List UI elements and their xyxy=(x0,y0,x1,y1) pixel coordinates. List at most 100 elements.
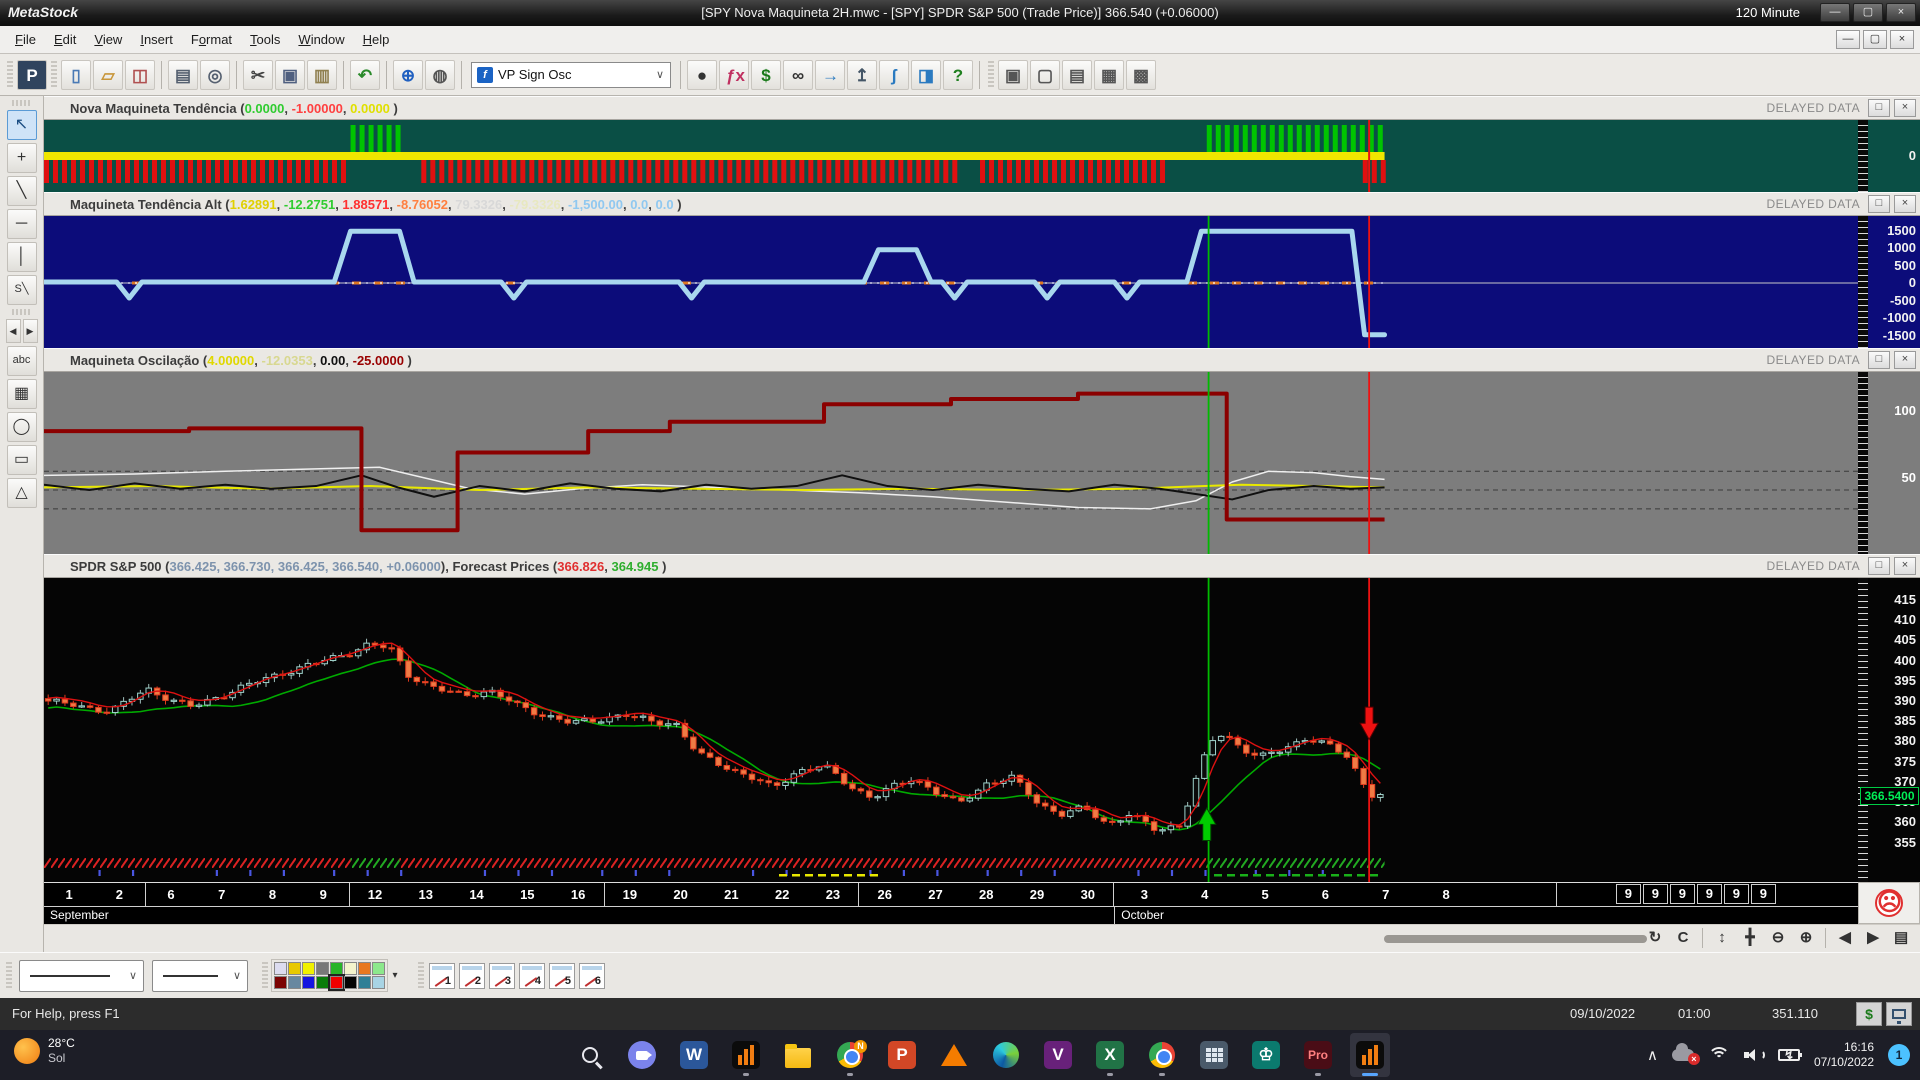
vertical-zoom-button[interactable]: ↕ xyxy=(1709,927,1735,949)
chart-preset-button-3[interactable]: 3 xyxy=(489,963,515,989)
candlestick-chart[interactable] xyxy=(44,578,1858,882)
chess-app-icon[interactable]: ♔ xyxy=(1246,1033,1286,1077)
color-swatch[interactable] xyxy=(274,962,287,975)
panel-header-oscillation[interactable]: Maquineta Oscilação (4.00000, -12.0353, … xyxy=(44,348,1920,372)
print-preview-button[interactable]: ◎ xyxy=(200,60,230,90)
chart-preset-button-2[interactable]: 2 xyxy=(459,963,485,989)
color-swatch[interactable] xyxy=(358,962,371,975)
paste-button[interactable]: ▥ xyxy=(307,60,337,90)
tile-grid-button[interactable]: ▦ xyxy=(1094,60,1124,90)
excel-icon[interactable]: X xyxy=(1090,1033,1130,1077)
vlc-icon[interactable] xyxy=(934,1033,974,1077)
rectangle-tool[interactable]: ▭ xyxy=(7,445,37,475)
report-button[interactable]: ◨ xyxy=(911,60,941,90)
collapse-button[interactable]: C xyxy=(1670,927,1696,949)
color-swatch[interactable] xyxy=(288,976,301,989)
upload-button[interactable]: ↥ xyxy=(847,60,877,90)
search-icon[interactable] xyxy=(570,1033,610,1077)
vertical-line-tool[interactable]: │ xyxy=(7,242,37,272)
pan-button[interactable]: ╋ xyxy=(1737,927,1763,949)
refresh-button[interactable]: ↻ xyxy=(1642,927,1668,949)
notification-badge[interactable]: 1 xyxy=(1888,1044,1910,1066)
pro-app-icon[interactable]: Pro xyxy=(1298,1033,1338,1077)
browser-icon[interactable] xyxy=(1142,1033,1182,1077)
line-style-dropdown[interactable]: ∨ xyxy=(19,960,144,992)
palette-chevron-icon[interactable]: ▾ xyxy=(388,961,402,991)
color-swatch[interactable] xyxy=(302,962,315,975)
color-swatch[interactable] xyxy=(316,962,329,975)
menu-view[interactable]: View xyxy=(85,28,131,51)
layout-settings-button[interactable]: ▩ xyxy=(1126,60,1156,90)
volume-icon[interactable] xyxy=(1744,1047,1764,1063)
scroll-right-button[interactable]: ▶ xyxy=(1860,927,1886,949)
menu-insert[interactable]: Insert xyxy=(131,28,182,51)
scroll-left-tool[interactable]: ◀ xyxy=(6,319,21,343)
metastock-doc-icon[interactable] xyxy=(726,1033,766,1077)
ellipse-tool[interactable]: ◯ xyxy=(7,412,37,442)
tray-expand-icon[interactable]: ∧ xyxy=(1647,1046,1658,1064)
battery-icon[interactable]: ↯ xyxy=(1778,1049,1800,1061)
globe-button[interactable]: ● xyxy=(687,60,717,90)
semilog-trend-tool[interactable]: S╲ xyxy=(7,275,37,305)
word-icon[interactable]: W xyxy=(674,1033,714,1077)
app-p-button[interactable]: P xyxy=(17,60,47,90)
zoom-out-button[interactable]: ⊖ xyxy=(1765,927,1791,949)
panel-close-button[interactable]: × xyxy=(1894,99,1916,117)
tray-clock[interactable]: 16:16 07/10/2022 xyxy=(1814,1040,1874,1070)
menu-help[interactable]: Help xyxy=(354,28,399,51)
print-button[interactable]: ▤ xyxy=(168,60,198,90)
zoom-button[interactable]: ◍ xyxy=(425,60,455,90)
oscillation-chart[interactable] xyxy=(44,372,1858,554)
line-weight-dropdown[interactable]: ∨ xyxy=(152,960,248,992)
calculator-icon[interactable] xyxy=(1194,1033,1234,1077)
copy-button[interactable]: ▣ xyxy=(275,60,305,90)
weather-widget[interactable]: 28°C Sol xyxy=(14,1036,75,1066)
mdi-minimize-button[interactable]: — xyxy=(1836,30,1860,49)
color-swatch[interactable] xyxy=(302,976,315,989)
color-swatch[interactable] xyxy=(344,976,357,989)
tile-horizontal-button[interactable]: ▤ xyxy=(1062,60,1092,90)
color-swatch[interactable] xyxy=(288,962,301,975)
powerpoint-icon[interactable]: P xyxy=(882,1033,922,1077)
pen-tool-button[interactable]: ʃ xyxy=(879,60,909,90)
panel-maximize-button[interactable]: □ xyxy=(1868,195,1890,213)
explorer-binoculars-button[interactable]: ∞ xyxy=(783,60,813,90)
panel-header-price[interactable]: SPDR S&P 500 (366.425, 366.730, 366.425,… xyxy=(44,554,1920,578)
menu-file[interactable]: File xyxy=(6,28,45,51)
horizontal-line-tool[interactable]: ─ xyxy=(7,209,37,239)
panel-close-button[interactable]: × xyxy=(1894,195,1916,213)
dollar-status-button[interactable]: $ xyxy=(1856,1002,1882,1026)
datalink-status-button[interactable] xyxy=(1886,1002,1912,1026)
color-swatch[interactable] xyxy=(344,962,357,975)
color-swatch[interactable] xyxy=(274,976,287,989)
color-swatch[interactable] xyxy=(358,976,371,989)
grid-tool[interactable]: ▦ xyxy=(7,379,37,409)
system-tester-button[interactable]: $ xyxy=(751,60,781,90)
mdi-close-button[interactable]: × xyxy=(1890,30,1914,49)
color-swatch[interactable] xyxy=(372,976,385,989)
scroll-left-button[interactable]: ◀ xyxy=(1832,927,1858,949)
onedrive-error-icon[interactable]: × xyxy=(1672,1049,1694,1061)
panel-header-trend-alt[interactable]: Maquineta Tendência Alt (1.62891, -12.27… xyxy=(44,192,1920,216)
color-swatch[interactable] xyxy=(316,976,329,989)
indicator-builder-button[interactable]: ƒx xyxy=(719,60,749,90)
chrome-icon[interactable]: N xyxy=(830,1033,870,1077)
mdi-restore-button[interactable]: ▢ xyxy=(1863,30,1887,49)
layout-menu-button[interactable]: ▤ xyxy=(1888,927,1914,949)
chart-preset-button-1[interactable]: 1 xyxy=(429,963,455,989)
wifi-icon[interactable] xyxy=(1708,1047,1730,1063)
panel-close-button[interactable]: × xyxy=(1894,351,1916,369)
horizontal-scrollbar-thumb[interactable] xyxy=(1384,935,1647,943)
new-chart-button[interactable]: ▯ xyxy=(61,60,91,90)
close-button[interactable]: × xyxy=(1886,3,1916,22)
color-swatch[interactable] xyxy=(330,962,343,975)
color-swatch[interactable] xyxy=(330,976,343,989)
menu-edit[interactable]: Edit xyxy=(45,28,85,51)
teams-icon[interactable] xyxy=(622,1033,662,1077)
cascade-windows-button[interactable]: ▣ xyxy=(998,60,1028,90)
file-explorer-icon[interactable] xyxy=(778,1033,818,1077)
pointer-tool[interactable]: ↖ xyxy=(7,110,37,140)
crosshair-button[interactable]: ⊕ xyxy=(393,60,423,90)
trend-alt-chart[interactable] xyxy=(44,216,1858,348)
crosshair-tool[interactable]: + xyxy=(7,143,37,173)
